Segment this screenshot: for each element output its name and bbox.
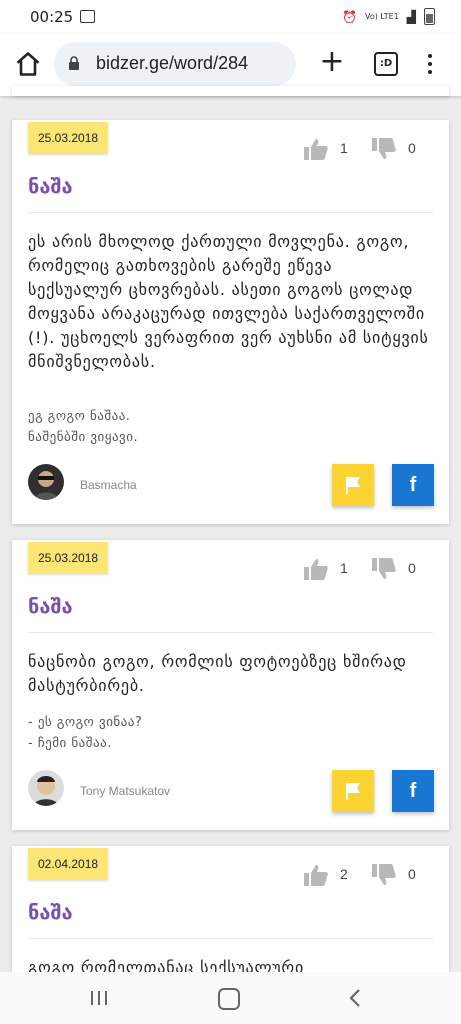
- word-title[interactable]: ნაშა: [28, 900, 73, 924]
- facebook-icon: f: [409, 780, 417, 802]
- system-nav-bar: [0, 972, 461, 1024]
- definition-text: გოგო რომელთანაც სექსუალური: [28, 958, 305, 972]
- status-icons: ⏰ Vo) LTE1 ▟: [342, 8, 435, 25]
- flag-icon: [346, 477, 360, 494]
- home-nav-icon[interactable]: [218, 988, 240, 1010]
- definition-text: ეს არის მხოლოდ ქართული მოვლენა. გოგო, რო…: [28, 232, 429, 371]
- battery-icon: [424, 8, 435, 25]
- definition-text: ნაცნობი გოგო, რომლის ფოტოებზეც ხშირად მა…: [28, 652, 407, 695]
- thumbs-down-icon[interactable]: [372, 864, 396, 886]
- thumbs-up-icon[interactable]: [304, 558, 328, 580]
- author-name[interactable]: Tony Matsukatov: [80, 784, 170, 798]
- gallery-notification-icon: [80, 10, 95, 23]
- word-title[interactable]: ნაშა: [28, 174, 73, 198]
- definition-card: 25.03.2018 1 0 ნაშა ნაცნობი გოგო, რომლის…: [12, 540, 449, 830]
- thumbs-down-icon[interactable]: [372, 138, 396, 160]
- thumbs-down-icon[interactable]: [372, 558, 396, 580]
- divider: [28, 938, 433, 939]
- dislike-count: 0: [408, 866, 416, 882]
- alarm-icon: ⏰: [342, 9, 357, 24]
- definition-card: 02.04.2018 2 0 ნაშა გოგო რომელთანაც სექს…: [12, 846, 449, 972]
- report-button[interactable]: [332, 464, 374, 506]
- thumbs-up-icon[interactable]: [304, 138, 328, 160]
- dislike-count: 0: [408, 560, 416, 576]
- like-count: 1: [340, 140, 348, 156]
- divider: [28, 632, 433, 633]
- flag-icon: [346, 783, 360, 800]
- avatar-image: [34, 471, 58, 500]
- like-count: 1: [340, 560, 348, 576]
- tab-switcher-button[interactable]: :D: [374, 52, 398, 76]
- author-name[interactable]: Basmacha: [80, 478, 137, 492]
- avatar[interactable]: [28, 770, 64, 806]
- menu-icon[interactable]: [420, 52, 440, 76]
- word-title[interactable]: ნაშა: [28, 594, 73, 618]
- date-badge: 25.03.2018: [28, 122, 109, 154]
- url-text: bidzer.ge/word/284: [96, 53, 249, 73]
- back-icon[interactable]: [348, 988, 362, 1008]
- lock-icon: [69, 56, 79, 70]
- facebook-share-button[interactable]: f: [392, 770, 434, 812]
- new-tab-icon[interactable]: +: [318, 47, 346, 77]
- facebook-icon: f: [409, 474, 417, 496]
- address-bar[interactable]: bidzer.ge/word/284: [54, 42, 296, 86]
- clock: 00:25: [30, 8, 74, 26]
- thumbs-up-icon[interactable]: [304, 864, 328, 886]
- example-text: - ეს გოგო ვინაა? - ჩემი ნაშაა.: [28, 715, 143, 751]
- avatar[interactable]: [28, 464, 64, 500]
- previous-card-edge: [12, 86, 449, 96]
- signal-icon: ▟: [406, 9, 416, 24]
- report-button[interactable]: [332, 770, 374, 812]
- facebook-share-button[interactable]: f: [392, 464, 434, 506]
- avatar-image: [34, 776, 58, 806]
- example-text: ეგ გოგო ნაშაა. ნაშენბში ვიყავი.: [28, 409, 139, 445]
- date-badge: 02.04.2018: [28, 848, 109, 880]
- home-icon[interactable]: [14, 50, 42, 78]
- date-badge: 25.03.2018: [28, 542, 109, 574]
- divider: [28, 212, 433, 213]
- dislike-count: 0: [408, 140, 416, 156]
- network-label: Vo) LTE1: [364, 12, 399, 21]
- like-count: 2: [340, 866, 348, 882]
- definition-card: 25.03.2018 1 0 ნაშა ეს არის მხოლოდ ქართუ…: [12, 120, 449, 524]
- status-bar: 00:25 ⏰ Vo) LTE1 ▟: [0, 0, 461, 34]
- recents-icon[interactable]: [90, 990, 108, 1006]
